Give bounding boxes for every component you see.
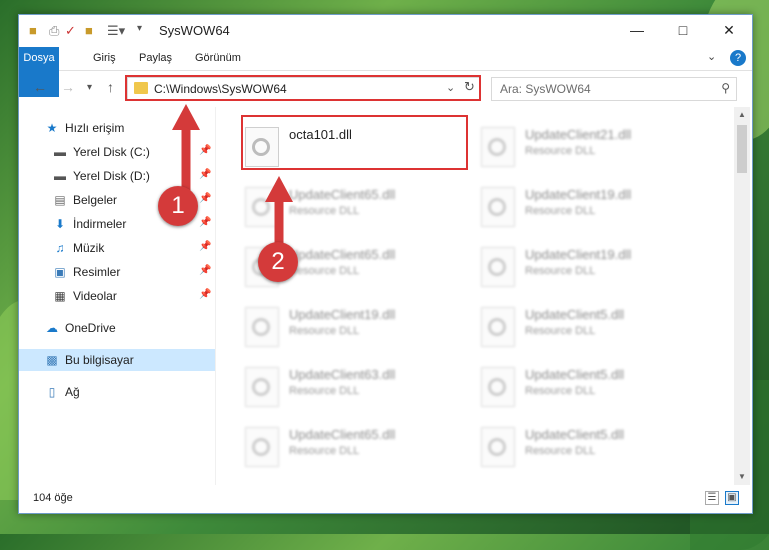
annotation-arrows [172,104,293,248]
arrow-head-address [172,104,200,130]
arrow-head-file [265,176,293,202]
step-marker-1: 1 [158,186,198,226]
step-marker-2: 2 [258,242,298,282]
